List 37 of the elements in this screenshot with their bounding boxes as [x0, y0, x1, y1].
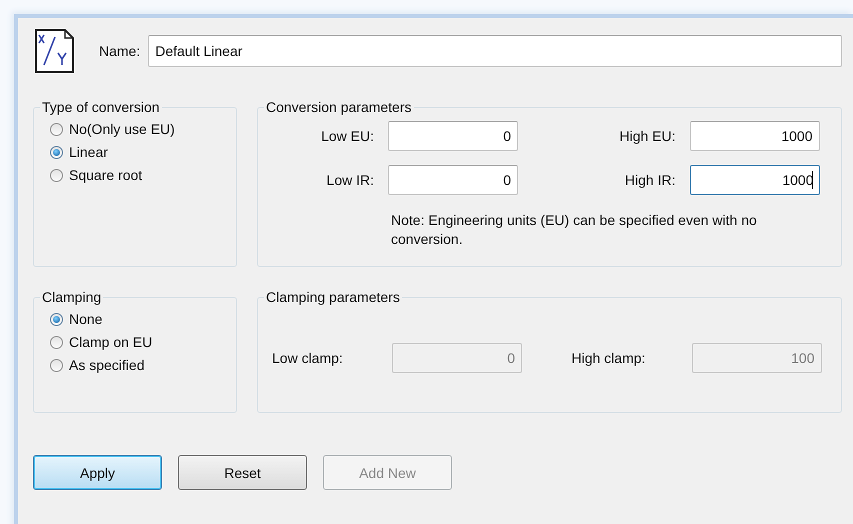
radio-label: As specified [69, 357, 144, 373]
group-title: Clamping parameters [265, 289, 401, 305]
note-text: Note: Engineering units (EU) can be specified even with no conversion. [391, 211, 758, 249]
input-field[interactable]: 1000 [690, 121, 820, 151]
group-title: Type of conversion [41, 99, 161, 115]
field-label: Low IR: [326, 172, 375, 188]
radio-option[interactable]: Linear [50, 142, 226, 162]
radio-button[interactable] [50, 336, 63, 348]
field-label: Low clamp: [271, 350, 344, 366]
field-label: High IR: [624, 172, 676, 188]
radio-option[interactable]: No(Only use EU) [50, 119, 226, 139]
radio-button[interactable] [50, 122, 63, 136]
dialog-button[interactable]: Reset [178, 455, 307, 490]
xy-document-icon [33, 27, 77, 75]
group-title: Clamping [41, 289, 102, 305]
input-field[interactable]: 0 [388, 165, 518, 195]
field-label: High clamp: [570, 350, 646, 366]
name-label: Name: [99, 43, 140, 59]
field-label: Low EU: [320, 128, 375, 144]
radio-button[interactable] [50, 168, 63, 182]
radio-button[interactable] [50, 146, 63, 158]
dialog-button[interactable]: Apply [33, 455, 162, 490]
radio-button[interactable] [50, 358, 63, 372]
radio-label: Square root [69, 167, 142, 183]
field-label: High EU: [618, 128, 676, 144]
input-field[interactable]: 0 [388, 121, 518, 151]
radio-label: No(Only use EU) [69, 121, 175, 137]
name-field[interactable]: Default Linear [148, 35, 842, 67]
radio-option[interactable]: Square root [50, 165, 226, 185]
radio-option[interactable]: Clamp on EU [50, 332, 226, 352]
group-title: Conversion parameters [265, 99, 413, 115]
radio-option[interactable]: None [50, 309, 226, 329]
radio-label: None [69, 311, 102, 327]
radio-label: Clamp on EU [69, 334, 152, 350]
radio-button[interactable] [50, 312, 63, 326]
radio-label: Linear [69, 144, 108, 160]
radio-option[interactable]: As specified [50, 355, 226, 375]
